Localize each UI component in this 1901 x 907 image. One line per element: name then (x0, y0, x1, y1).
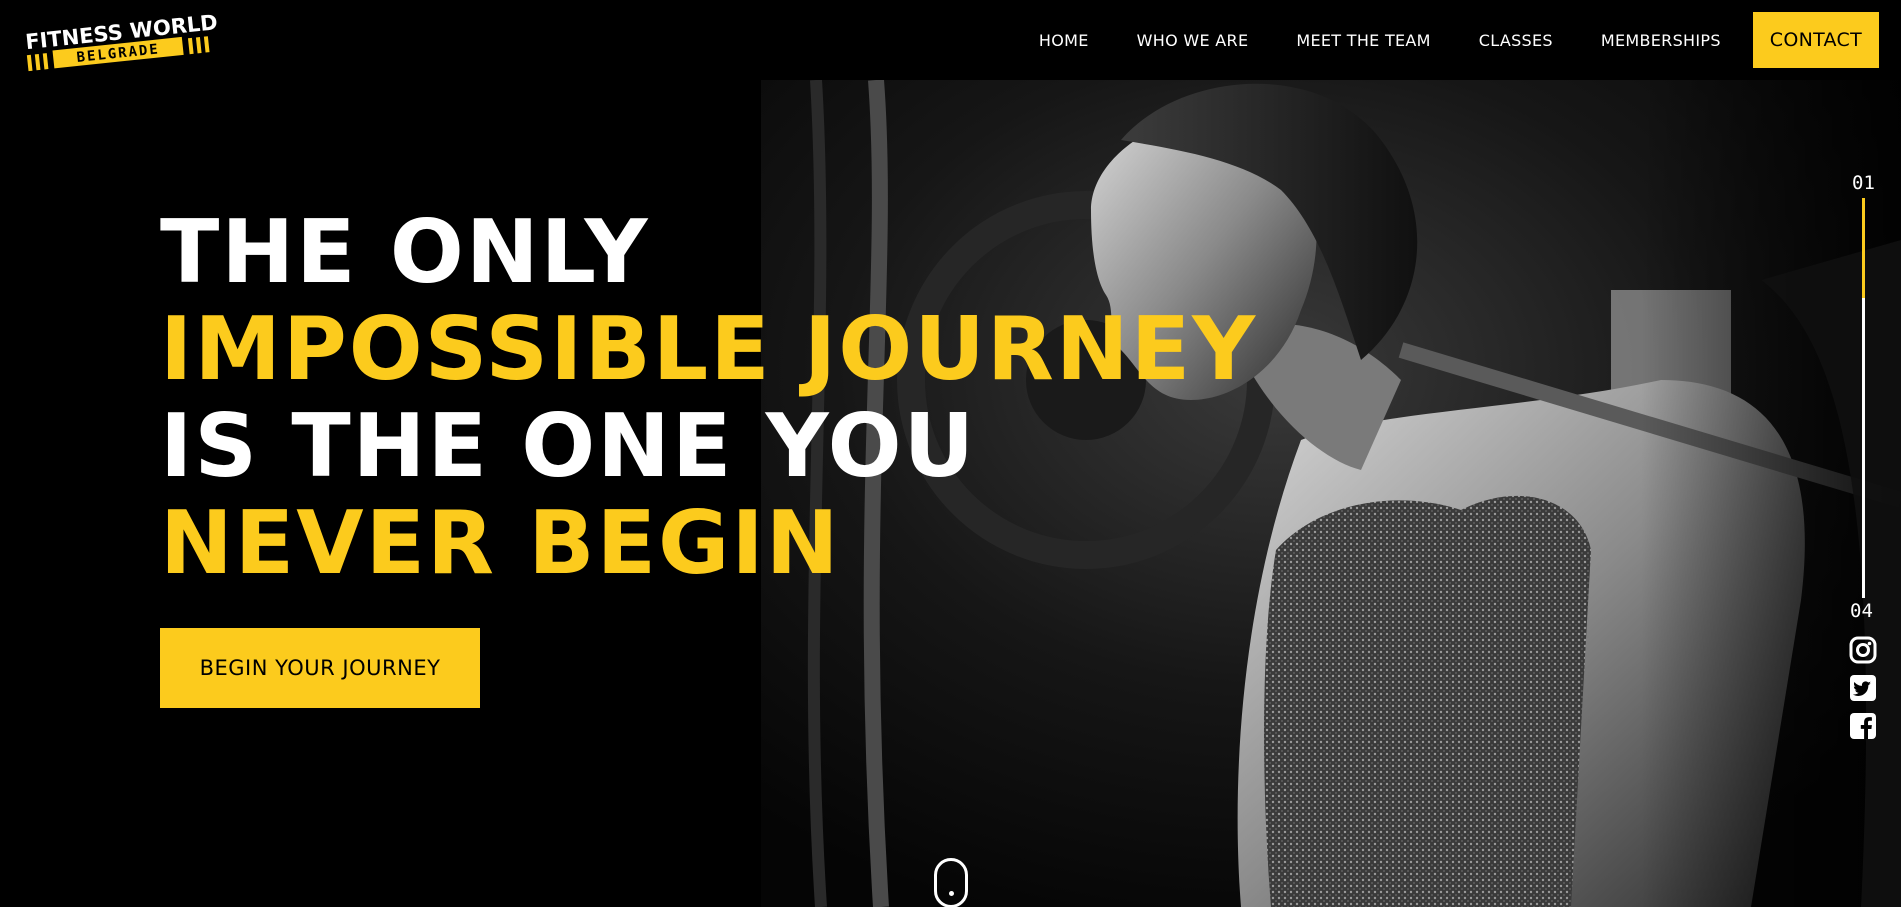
mouse-scroll-icon[interactable] (934, 858, 968, 907)
slide-progress-fill (1862, 198, 1865, 298)
begin-journey-button[interactable]: BEGIN YOUR JOURNEY (160, 628, 480, 708)
nav-meet-the-team[interactable]: MEET THE TEAM (1296, 31, 1430, 50)
logo-graphic: FITNESS WORLD BELGRADE (24, 10, 219, 72)
slide-total: 04 (1850, 600, 1873, 622)
slide-progress-track[interactable] (1862, 198, 1865, 598)
headline-line-2: IMPOSSIBLE JOURNEY (160, 298, 1258, 400)
nav-classes[interactable]: CLASSES (1479, 31, 1553, 50)
logo-stripe-right (187, 36, 210, 55)
instagram-icon[interactable] (1849, 636, 1877, 664)
slide-current: 01 (1852, 172, 1875, 194)
nav-memberships[interactable]: MEMBERSHIPS (1601, 31, 1721, 50)
nav-who-we-are[interactable]: WHO WE ARE (1137, 31, 1249, 50)
twitter-icon[interactable] (1849, 674, 1877, 702)
brand-logo[interactable]: FITNESS WORLD BELGRADE (24, 6, 224, 78)
logo-stripe-left (26, 53, 49, 72)
headline-line-3: IS THE ONE YOU (160, 395, 977, 497)
site-header: FITNESS WORLD BELGRADE HOME WHO WE ARE M… (0, 0, 1901, 80)
hero-headline: THE ONLY IMPOSSIBLE JOURNEY IS THE ONE Y… (160, 204, 1257, 592)
scroll-dot (949, 891, 954, 896)
main-nav: HOME WHO WE ARE MEET THE TEAM CLASSES ME… (1039, 12, 1879, 68)
nav-home[interactable]: HOME (1039, 31, 1089, 50)
headline-line-4: NEVER BEGIN (160, 492, 841, 594)
facebook-icon[interactable] (1849, 712, 1877, 740)
contact-button[interactable]: CONTACT (1752, 12, 1879, 68)
headline-line-1: THE ONLY (160, 201, 650, 303)
